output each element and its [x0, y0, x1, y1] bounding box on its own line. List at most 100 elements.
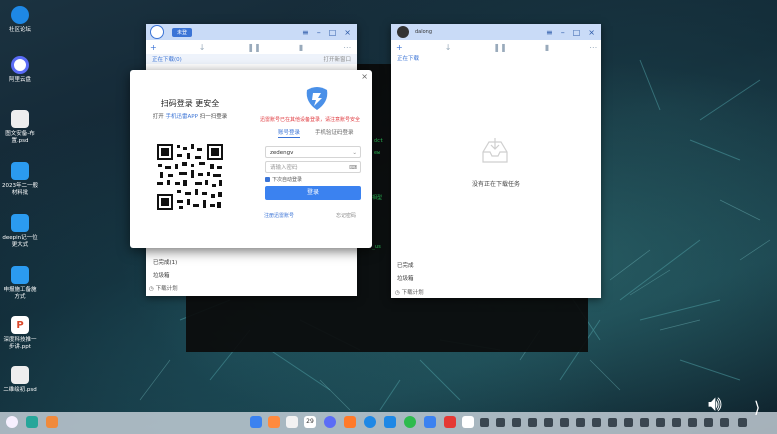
search-icon[interactable]	[656, 418, 665, 427]
close-icon[interactable]: ×	[361, 72, 368, 81]
browser-icon[interactable]	[364, 416, 376, 428]
desktop-icon-aliyun-drive[interactable]: 阿里云盘	[2, 56, 38, 84]
keyboard-icon[interactable]: ⌨	[349, 162, 357, 174]
terminal-line: dct	[374, 138, 384, 144]
close-icon[interactable]: ×	[588, 28, 595, 37]
forgot-password-link[interactable]: 忘记密码	[336, 212, 356, 219]
pause-icon[interactable]: ❚❚	[493, 43, 506, 52]
clock-icon: ◷	[395, 290, 400, 296]
terminal-line: _us	[372, 244, 382, 250]
workspace-icon[interactable]	[46, 416, 58, 428]
app-tray-icon[interactable]	[496, 418, 505, 427]
register-link[interactable]: 注册迅雷账号	[264, 212, 294, 219]
app-tray-icon[interactable]	[608, 418, 617, 427]
subtitle-suffix: 扫一扫登录	[199, 114, 228, 120]
chevron-down-icon[interactable]: ⌄	[352, 147, 357, 159]
notification-icon[interactable]	[672, 418, 681, 427]
menu-icon[interactable]: ≡	[546, 28, 553, 37]
desktop-icon-psd-file[interactable]: 图文安备-布置.psd	[2, 110, 38, 145]
auto-login-checkbox[interactable]	[265, 177, 270, 182]
trash-item[interactable]: 垃圾箱	[397, 274, 414, 282]
menu-icon[interactable]: ≡	[302, 28, 309, 37]
download-icon[interactable]: ↓	[199, 43, 206, 52]
resize-handle-icon: ⟩	[754, 398, 761, 417]
multitask-view-icon[interactable]	[26, 416, 38, 428]
desktop-icon-psd-file-2[interactable]: 二维绘初.psd	[2, 366, 38, 394]
trash-item[interactable]: 垃圾箱	[153, 271, 170, 279]
add-task-icon[interactable]: +	[150, 43, 157, 52]
desktop-icon-community-forum[interactable]: 社区论坛	[2, 6, 38, 34]
auto-login-option[interactable]: 下次自动登录	[265, 176, 302, 183]
gallery-icon[interactable]	[268, 416, 280, 428]
download-plan-footer[interactable]: ◷ 下载计划	[149, 284, 178, 292]
login-dialog[interactable]: × 扫码登录 更安全 打开 手机迅雷APP 扫一扫登录 迅雷账号已在其他设备登录…	[130, 70, 372, 248]
avatar[interactable]	[397, 26, 409, 38]
app-store-icon[interactable]	[344, 416, 356, 428]
desktop-icon-ppt-file[interactable]: P 深度科技推一步讲.ppt	[2, 316, 38, 351]
downloading-tab[interactable]: 正在下载	[397, 54, 601, 64]
volume-icon[interactable]	[720, 418, 729, 427]
volume-osd-icon: 🔊︎	[708, 392, 722, 417]
wifi-icon[interactable]	[704, 418, 713, 427]
deepin-forum-icon	[11, 6, 29, 24]
download-icon[interactable]: ↓	[445, 43, 452, 52]
shield-icon[interactable]	[688, 418, 697, 427]
completed-item[interactable]: 已完成(1)	[153, 258, 177, 266]
more-icon[interactable]: ⋯	[589, 43, 597, 52]
maximize-icon[interactable]: □	[329, 28, 337, 37]
document-thumbnail-icon	[11, 110, 29, 128]
desktop-icon-folder-2023[interactable]: 2023年二一般材料批	[2, 162, 38, 197]
calendar-icon[interactable]: 29	[304, 416, 316, 428]
thunder-taskbar-icon[interactable]	[384, 416, 396, 428]
avatar[interactable]	[150, 25, 164, 39]
mobile-app-link[interactable]: 手机迅雷APP	[166, 114, 198, 120]
downloading-filter[interactable]: 正在下载(0)	[152, 55, 182, 63]
app-tray-icon[interactable]	[528, 418, 537, 427]
tab-sms-login[interactable]: 手机验证码登录	[315, 128, 354, 136]
username-label[interactable]: dalong	[415, 29, 432, 35]
security-warning: 迅雷账号已在其他设备登录，请注意账号安全	[259, 117, 360, 123]
empty-tray-icon	[482, 138, 508, 163]
app-tray-icon[interactable]	[640, 418, 649, 427]
minimize-icon[interactable]: –	[317, 28, 321, 37]
app-tray-icon[interactable]	[592, 418, 601, 427]
completed-item[interactable]: 已完成	[397, 261, 414, 269]
minimize-icon[interactable]: –	[561, 28, 565, 37]
wechat-icon[interactable]	[404, 416, 416, 428]
download-plan-label: 下载计划	[401, 290, 424, 296]
username-field[interactable]: zedengv ⌄	[265, 146, 361, 158]
settings-icon[interactable]	[324, 416, 336, 428]
power-icon[interactable]	[738, 418, 747, 427]
password-field[interactable]: 请输入密码 ⌨	[265, 161, 361, 173]
delete-icon[interactable]: ▮	[545, 43, 549, 52]
pause-icon[interactable]: ❚❚	[247, 43, 260, 52]
window-icon[interactable]	[462, 416, 474, 428]
open-window-link[interactable]: 打开新窗口	[323, 55, 351, 63]
desktop-icon-folder-deepin[interactable]: deepin记一位更大式	[2, 214, 38, 249]
login-tab-badge[interactable]: 未登	[172, 27, 193, 37]
title-bar[interactable]: 未登 ≡ – □ ×	[146, 24, 357, 40]
subtitle-prefix: 打开	[152, 114, 164, 120]
app-tray-icon[interactable]	[544, 418, 553, 427]
thunder-download-window-right[interactable]: dalong ≡ – □ × + ↓ ❚❚ ▮ ⋯ 正在下载 没有正在下载任务 …	[391, 24, 601, 298]
files-icon[interactable]	[424, 416, 436, 428]
download-plan-footer[interactable]: ◷ 下载计划	[395, 288, 424, 296]
add-task-icon[interactable]: +	[396, 43, 403, 52]
terminal-icon[interactable]	[480, 418, 489, 427]
notes-icon[interactable]	[286, 416, 298, 428]
app-tray-icon[interactable]	[512, 418, 521, 427]
app-tray-icon[interactable]	[576, 418, 585, 427]
desktop-icon-folder-construction[interactable]: 申报施工备施方式	[2, 266, 38, 301]
maximize-icon[interactable]: □	[573, 28, 581, 37]
app-tray-icon[interactable]	[624, 418, 633, 427]
login-button[interactable]: 登录	[265, 186, 361, 200]
more-icon[interactable]: ⋯	[343, 43, 351, 52]
tab-password-login[interactable]: 账号登录	[278, 128, 301, 138]
document-viewer-icon[interactable]	[444, 416, 456, 428]
app-tray-icon[interactable]	[560, 418, 569, 427]
close-icon[interactable]: ×	[344, 28, 351, 37]
file-manager-icon[interactable]	[250, 416, 262, 428]
delete-icon[interactable]: ▮	[299, 43, 303, 52]
title-bar[interactable]: dalong ≡ – □ ×	[391, 24, 601, 40]
launcher-icon[interactable]	[6, 416, 18, 428]
